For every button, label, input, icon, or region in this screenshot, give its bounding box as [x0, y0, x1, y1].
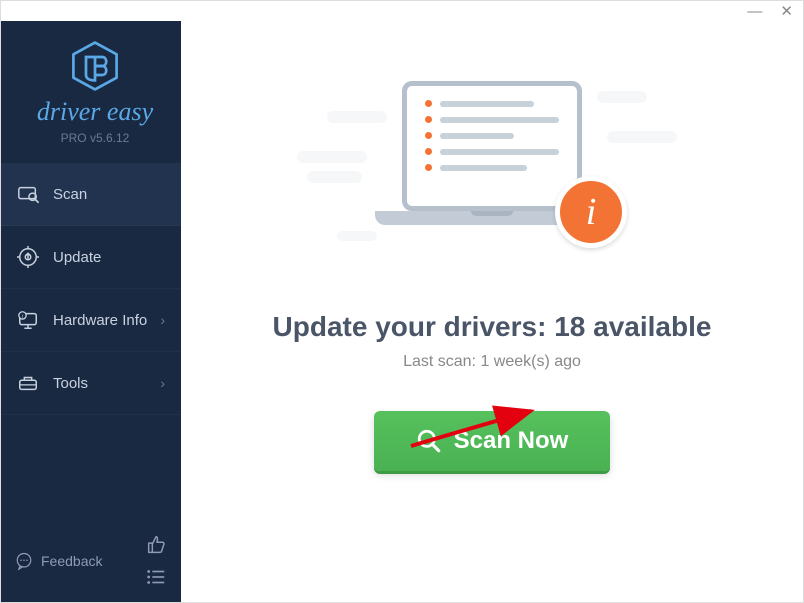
sidebar-item-label: Hardware Info [53, 312, 147, 329]
chat-icon [15, 552, 33, 570]
sidebar-item-scan[interactable]: Scan [1, 163, 181, 226]
chevron-right-icon: › [160, 312, 165, 328]
last-scan-text: Last scan: 1 week(s) ago [403, 353, 581, 371]
headline: Update your drivers: 18 available [273, 311, 712, 343]
brand-version: PRO v5.6.12 [61, 131, 130, 145]
scan-button-label: Scan Now [454, 427, 569, 455]
laptop-illustration: i [357, 81, 627, 271]
sidebar-item-tools[interactable]: Tools › [1, 352, 181, 415]
list-menu-icon[interactable] [145, 566, 167, 588]
chevron-right-icon: › [160, 375, 165, 391]
sidebar-item-label: Scan [53, 186, 87, 203]
sidebar-item-label: Update [53, 249, 101, 266]
minimize-button[interactable]: — [747, 4, 762, 19]
scan-icon [17, 183, 39, 205]
close-button[interactable]: ✕ [780, 4, 793, 19]
main-panel: i Update your drivers: 18 available Last… [181, 21, 803, 602]
hardware-info-icon: i [17, 309, 39, 331]
scan-now-button[interactable]: Scan Now [374, 411, 611, 471]
feedback-button[interactable]: Feedback [15, 552, 102, 570]
sidebar-footer: Feedback [1, 522, 181, 602]
headline-prefix: Update your drivers: [273, 311, 555, 342]
logo-area: driver easy PRO v5.6.12 [1, 21, 181, 163]
available-count: 18 [554, 311, 585, 342]
feedback-label: Feedback [41, 553, 102, 569]
update-icon [17, 246, 39, 268]
info-badge-icon: i [555, 176, 627, 248]
thumbs-up-icon[interactable] [145, 534, 167, 556]
search-icon [416, 428, 442, 454]
sidebar: driver easy PRO v5.6.12 Scan Upda [1, 21, 181, 602]
headline-suffix: available [585, 311, 711, 342]
sidebar-item-update[interactable]: Update [1, 226, 181, 289]
tools-icon [17, 372, 39, 394]
nav-menu: Scan Update i Hardware [1, 163, 181, 522]
sidebar-item-hardware-info[interactable]: i Hardware Info › [1, 289, 181, 352]
sidebar-item-label: Tools [53, 375, 88, 392]
brand-logo-icon [68, 39, 122, 93]
brand-name: driver easy [37, 97, 153, 127]
